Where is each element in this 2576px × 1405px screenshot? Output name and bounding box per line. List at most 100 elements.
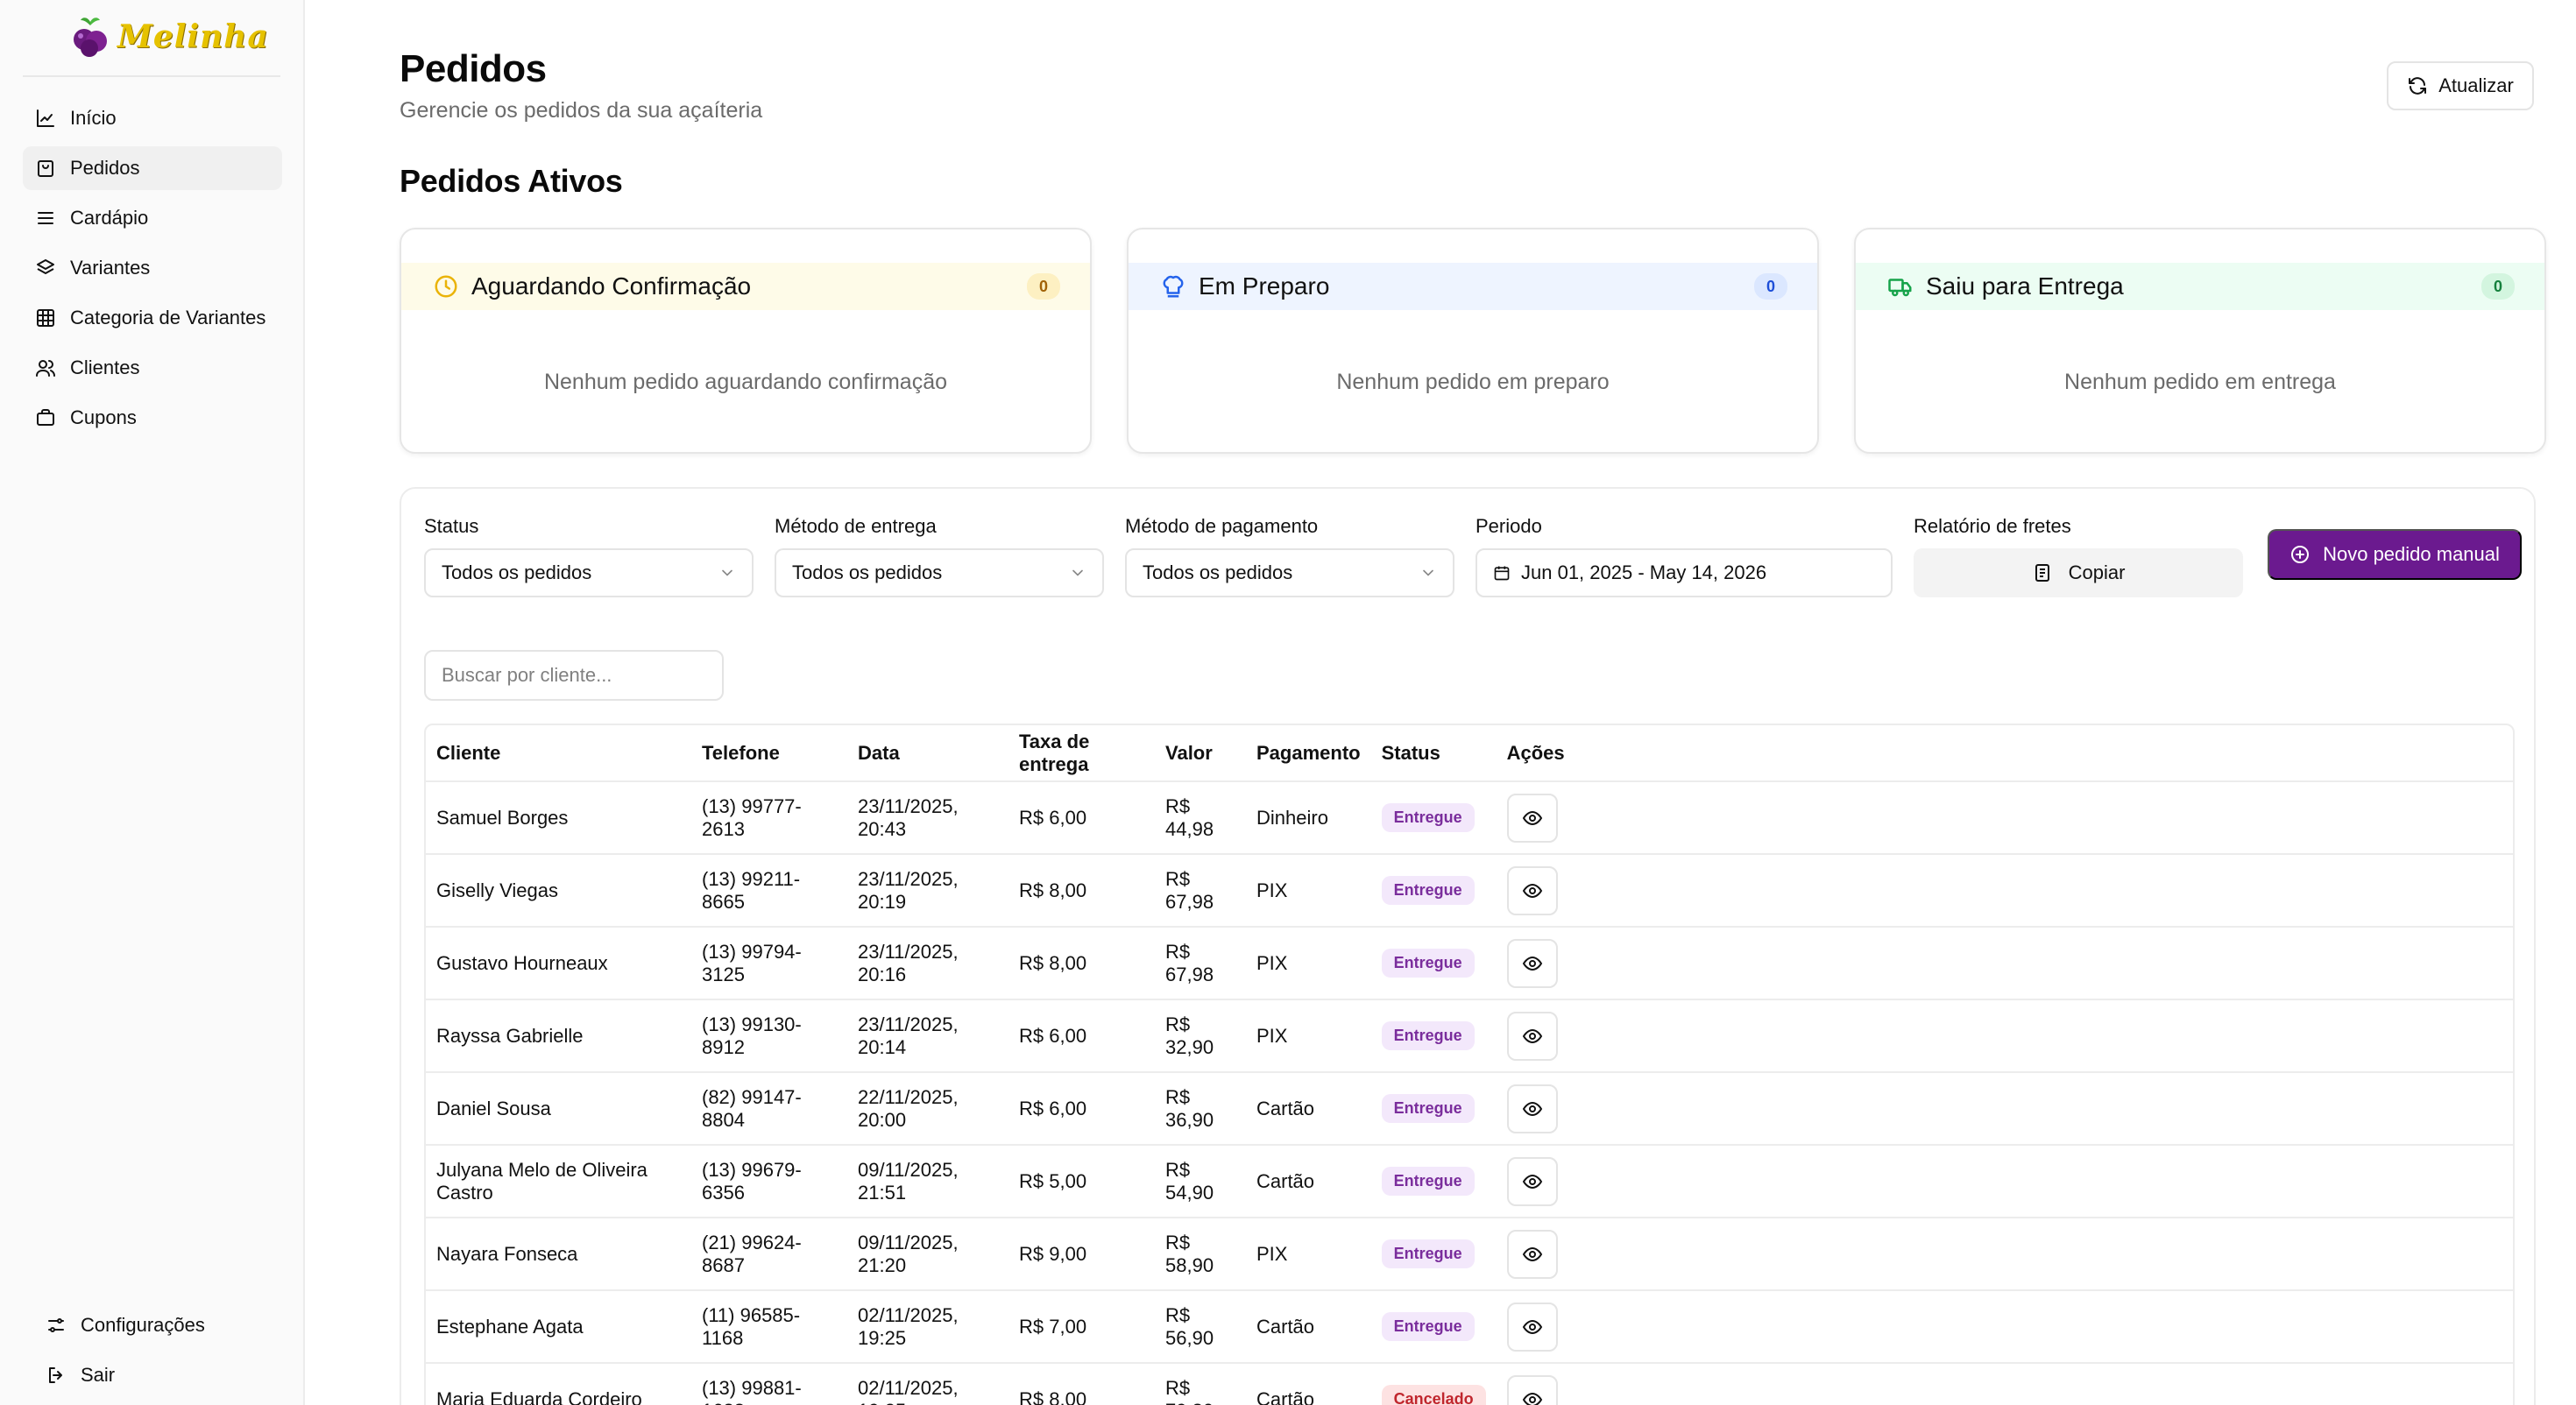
actions-cell	[1496, 854, 2513, 928]
column-header[interactable]: Pagamento	[1246, 725, 1371, 782]
table-row[interactable]: Nayara Fonseca (21) 99624-8687 09/11/2025,…	[426, 1218, 2513, 1291]
logo-text: Melinha	[117, 18, 269, 55]
client-name-cell: Daniel Sousa	[426, 1072, 691, 1146]
sidebar-item-cardapio[interactable]: Cardápio	[23, 196, 282, 240]
sidebar-item-sair[interactable]: Sair	[33, 1353, 287, 1397]
sidebar-item-inicio[interactable]: Início	[23, 96, 282, 140]
value-cell: R$ 79,80	[1155, 1363, 1246, 1405]
status-cell: Entregue	[1370, 927, 1497, 1000]
payment-cell: PIX	[1246, 1218, 1371, 1291]
table-row[interactable]: Gustavo Hourneaux (13) 99794-3125 23/11/20…	[426, 927, 2513, 1000]
sidebar-item-clientes[interactable]: Clientes	[23, 346, 282, 390]
status-badge: Entregue	[1381, 803, 1475, 832]
copy-button[interactable]: Copiar	[1914, 548, 2243, 597]
table-row[interactable]: Samuel Borges (13) 99777-2613 23/11/2025, …	[426, 781, 2513, 855]
new-order-label: Novo pedido manual	[2323, 543, 2500, 565]
sliders-icon	[48, 1318, 64, 1332]
sidebar-item-cupons[interactable]: Cupons	[23, 396, 282, 440]
phone-cell: (13) 99794-3125	[691, 927, 847, 1000]
view-order-button[interactable]	[1506, 865, 1558, 915]
sidebar-item-configuracoes[interactable]: Configurações	[33, 1303, 287, 1347]
view-order-button[interactable]	[1506, 1156, 1558, 1206]
refresh-button[interactable]: Atualizar	[2387, 61, 2534, 110]
client-name-cell: Julyana Melo de Oliveira Castro	[426, 1145, 691, 1218]
payment-cell: Dinheiro	[1246, 781, 1371, 855]
sidebar-item-label: Cupons	[70, 406, 137, 428]
select-value: Jun 01, 2025 - May 14, 2026	[1521, 561, 1767, 583]
actions-cell	[1496, 1290, 2513, 1364]
column-header[interactable]: Cliente	[426, 725, 691, 782]
delivery-fee-cell: R$ 8,00	[1008, 1363, 1155, 1405]
phone-cell: (21) 99624-8687	[691, 1218, 847, 1291]
client-name-cell: Maria Eduarda Cordeiro	[426, 1363, 691, 1405]
chart-line-icon	[37, 109, 54, 127]
view-order-button[interactable]	[1506, 1302, 1558, 1352]
sidebar-item-variantes[interactable]: Variantes	[23, 246, 282, 290]
period-date-picker[interactable]: Jun 01, 2025 - May 14, 2026	[1476, 548, 1893, 597]
ticket-icon	[37, 409, 54, 426]
view-order-button[interactable]	[1506, 938, 1558, 988]
eye-icon	[1522, 883, 1542, 898]
client-name-cell: Giselly Viegas	[426, 854, 691, 928]
filter-payment-method: Método de pagamento Todos os pedidos	[1125, 515, 1454, 597]
card-em-preparo: Em Preparo 0 Nenhum pedido em preparo	[1127, 228, 1819, 454]
status-badge: Entregue	[1381, 1167, 1475, 1196]
count-badge: 0	[1754, 273, 1787, 300]
search-client-input[interactable]	[424, 650, 724, 701]
logo[interactable]: Melinha	[68, 12, 269, 61]
filter-label: Periodo	[1476, 515, 1542, 537]
filter-label: Status	[424, 515, 479, 537]
column-header[interactable]: Telefone	[691, 725, 847, 782]
sidebar-item-label: Sair	[81, 1364, 116, 1386]
table-row[interactable]: Giselly Viegas (13) 99211-8665 23/11/2025,…	[426, 854, 2513, 928]
new-manual-order-button[interactable]: Novo pedido manual	[2268, 529, 2522, 580]
phone-cell: (13) 99211-8665	[691, 854, 847, 928]
column-header[interactable]: Taxa de entrega	[1008, 725, 1155, 782]
eye-icon	[1522, 1319, 1542, 1334]
divider	[23, 75, 280, 77]
actions-cell	[1496, 927, 2513, 1000]
delivery-fee-cell: R$ 8,00	[1008, 927, 1155, 1000]
copy-label: Copiar	[2068, 561, 2126, 583]
sidebar-item-label: Variantes	[70, 257, 151, 279]
delivery-method-select[interactable]: Todos os pedidos	[775, 548, 1104, 597]
select-value: Todos os pedidos	[442, 561, 592, 583]
delivery-fee-cell: R$ 7,00	[1008, 1290, 1155, 1364]
view-order-button[interactable]	[1506, 1374, 1558, 1405]
eye-icon	[1522, 1392, 1542, 1405]
eye-icon	[1522, 956, 1542, 971]
delivery-fee-cell: R$ 8,00	[1008, 854, 1155, 928]
table-row[interactable]: Rayssa Gabrielle (13) 99130-8912 23/11/202…	[426, 999, 2513, 1073]
filter-label: Método de pagamento	[1125, 515, 1319, 537]
table-row[interactable]: Maria Eduarda Cordeiro(13) 99881-163802/…	[426, 1363, 2513, 1405]
delivery-fee-cell: R$ 9,00	[1008, 1218, 1155, 1291]
table-row[interactable]: Estephane Agata (11) 96585-1168 02/11/2025…	[426, 1290, 2513, 1364]
filter-label: Método de entrega	[775, 515, 937, 537]
phone-cell: (13) 99679-6356	[691, 1145, 847, 1218]
view-order-button[interactable]	[1506, 1011, 1558, 1061]
sidebar-item-categoria-variantes[interactable]: Categoria de Variantes	[23, 296, 282, 340]
table-row[interactable]: Julyana Melo de Oliveira Castro (13) 9967…	[426, 1145, 2513, 1218]
view-order-button[interactable]	[1506, 1084, 1558, 1133]
filter-status: Status Todos os pedidos	[424, 515, 754, 597]
sidebar-item-label: Pedidos	[70, 157, 140, 179]
sidebar-item-pedidos[interactable]: Pedidos	[23, 146, 282, 190]
actions-cell	[1496, 1145, 2513, 1218]
value-cell: R$ 54,90	[1155, 1145, 1246, 1218]
view-order-button[interactable]	[1506, 1229, 1558, 1279]
column-header[interactable]: Valor	[1155, 725, 1246, 782]
payment-method-select[interactable]: Todos os pedidos	[1125, 548, 1454, 597]
calendar-icon	[1494, 566, 1510, 581]
table-row[interactable]: Daniel Sousa (82) 99147-8804 22/11/2025, 2…	[426, 1072, 2513, 1146]
status-badge: Cancelado	[1381, 1385, 1486, 1405]
orders-panel: Status Todos os pedidos Método de entreg…	[400, 487, 2536, 1405]
count-badge: 0	[2481, 273, 2515, 300]
column-header[interactable]: Status	[1370, 725, 1497, 782]
view-order-button[interactable]	[1506, 793, 1558, 843]
status-select[interactable]: Todos os pedidos	[424, 548, 754, 597]
select-value: Todos os pedidos	[1143, 561, 1293, 583]
table-header-row: Cliente Telefone Data Taxa de entrega Va…	[426, 725, 2513, 782]
column-header[interactable]: Data	[847, 725, 1008, 782]
value-cell: R$ 32,90	[1155, 999, 1246, 1073]
status-cell: Cancelado	[1370, 1363, 1497, 1405]
